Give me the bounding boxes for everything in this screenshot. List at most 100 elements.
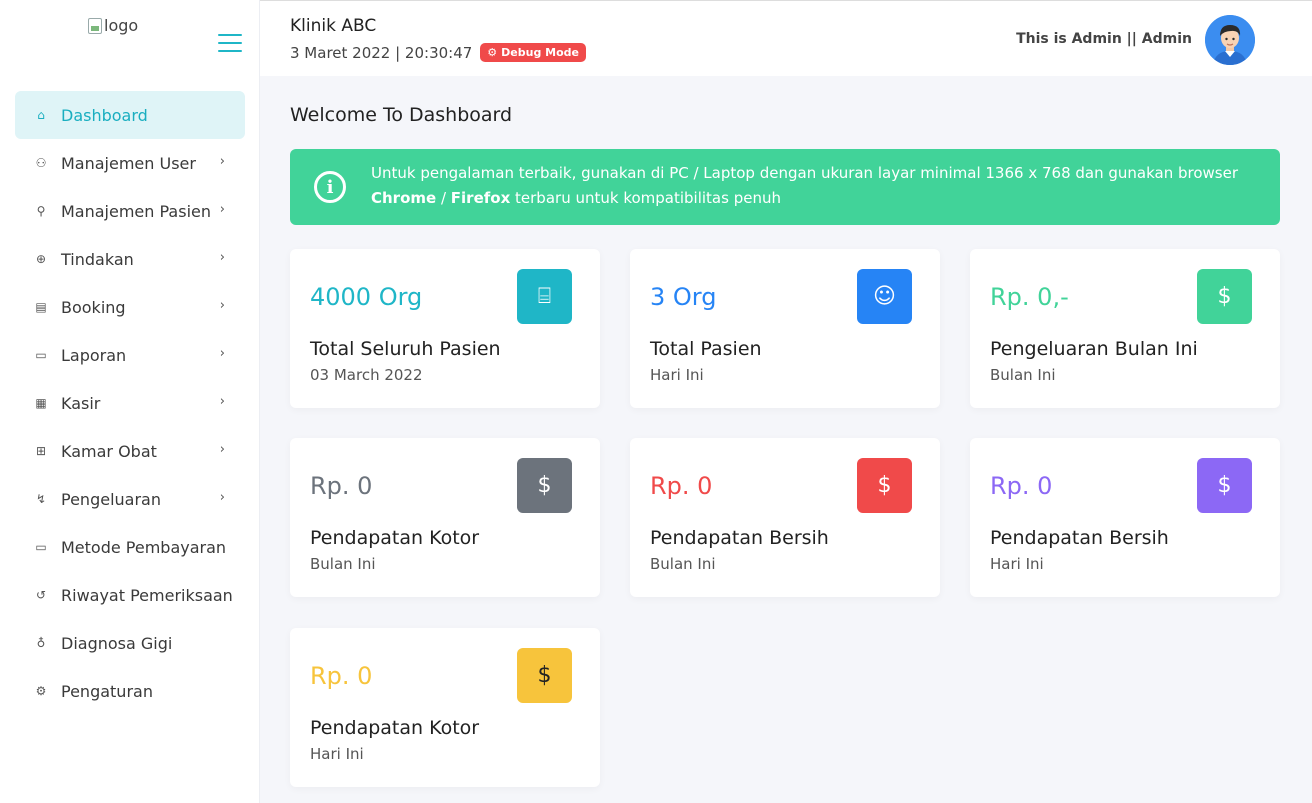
stat-value: 3 Org	[650, 283, 717, 311]
gear-icon: ⚙	[35, 684, 47, 698]
sidebar-item-label: Pengeluaran	[61, 489, 161, 509]
chevron-right-icon: ›	[219, 346, 225, 361]
stat-card: 3 Org Total Pasien Hari Ini ☺	[630, 249, 940, 408]
user-avatar-icon	[1205, 15, 1255, 65]
expense-icon: ↯	[35, 492, 47, 506]
sidebar-menu: ⌂ Dashboard ⚇ Manajemen User › ⚲ Manajemen Pas…	[15, 91, 245, 715]
clinic-name: Klinik ABC	[290, 16, 377, 36]
sidebar-item-dashboard[interactable]: ⌂ Dashboard	[15, 91, 245, 139]
alert-firefox: Firefox	[450, 189, 511, 207]
stat-card: Rp. 0 Pendapatan Kotor Hari Ini $	[290, 628, 600, 787]
sidebar-item-kamar-obat[interactable]: ⊞ Kamar Obat ›	[15, 427, 245, 475]
stat-card: 4000 Org Total Seluruh Pasien 03 March 202…	[290, 249, 600, 408]
dollar-icon: $	[1197, 458, 1252, 513]
info-alert: i Untuk pengalaman terbaik, gunakan di P…	[290, 149, 1280, 225]
dollar-icon: $	[857, 458, 912, 513]
stat-subtitle: Bulan Ini	[310, 555, 376, 573]
sidebar-item-label: Booking	[61, 297, 126, 317]
top-header: Klinik ABC 3 Maret 2022 | 20:30:47 ⚙ Deb…	[260, 0, 1312, 76]
admin-user-label: This is Admin || Admin	[1016, 31, 1192, 47]
chevron-right-icon: ›	[219, 394, 225, 409]
avatar[interactable]	[1205, 15, 1255, 65]
logo[interactable]: logo	[88, 16, 138, 35]
stat-value: Rp. 0	[310, 662, 373, 690]
sidebar-item-label: Laporan	[61, 345, 127, 365]
alert-separator: /	[436, 189, 451, 207]
stat-title: Total Seluruh Pasien	[310, 338, 501, 360]
stat-card: Rp. 0,- Pengeluaran Bulan Ini Bulan Ini $	[970, 249, 1280, 408]
chevron-right-icon: ›	[219, 298, 225, 313]
sidebar-item-label: Riwayat Pemeriksaan	[61, 585, 233, 605]
sidebar-item-label: Diagnosa Gigi	[61, 633, 173, 653]
alert-chrome: Chrome	[371, 189, 437, 207]
menu-toggle-icon[interactable]	[218, 34, 242, 54]
sidebar-item-label: Dashboard	[61, 105, 148, 125]
sidebar-item-label: Metode Pembayaran	[61, 537, 227, 557]
sidebar-item-tindakan[interactable]: ⊕ Tindakan ›	[15, 235, 245, 283]
chevron-right-icon: ›	[219, 490, 225, 505]
chevron-right-icon: ›	[219, 154, 225, 169]
sidebar-item-label: Tindakan	[61, 249, 134, 269]
gear-icon: ⚙	[487, 46, 498, 59]
stat-card: Rp. 0 Pendapatan Bersih Bulan Ini $	[630, 438, 940, 597]
dollar-icon: $	[517, 458, 572, 513]
stat-subtitle: Hari Ini	[310, 745, 364, 763]
stat-card: Rp. 0 Pendapatan Bersih Hari Ini $	[970, 438, 1280, 597]
sidebar-item-label: Manajemen Pasien	[61, 201, 211, 221]
cash-register-icon: ▦	[35, 396, 47, 410]
clipboard-icon: ▭	[35, 348, 47, 362]
stat-value: Rp. 0,-	[990, 283, 1069, 311]
sidebar-item-pengeluaran[interactable]: ↯ Pengeluaran ›	[15, 475, 245, 523]
chevron-right-icon: ›	[219, 250, 225, 265]
alert-text: Untuk pengalaman terbaik, gunakan di PC …	[371, 161, 1251, 211]
home-icon: ⌂	[37, 108, 45, 122]
stat-title: Pengeluaran Bulan Ini	[990, 338, 1198, 360]
stat-card: Rp. 0 Pendapatan Kotor Bulan Ini $	[290, 438, 600, 597]
stat-title: Pendapatan Bersih	[990, 527, 1169, 549]
sidebar-item-manajemen-user[interactable]: ⚇ Manajemen User ›	[15, 139, 245, 187]
page-title: Welcome To Dashboard	[290, 104, 513, 126]
sidebar-item-label: Pengaturan	[61, 681, 153, 701]
alert-text-before: Untuk pengalaman terbaik, gunakan di PC …	[371, 164, 1238, 182]
dollar-icon: $	[517, 648, 572, 703]
datetime-row: 3 Maret 2022 | 20:30:47 ⚙ Debug Mode	[290, 43, 587, 62]
sidebar-item-manajemen-pasien[interactable]: ⚲ Manajemen Pasien ›	[15, 187, 245, 235]
stat-title: Pendapatan Kotor	[310, 717, 480, 739]
sidebar-item-kasir[interactable]: ▦ Kasir ›	[15, 379, 245, 427]
medicine-icon: ⊞	[35, 444, 47, 458]
book-icon: ▤	[35, 300, 47, 314]
current-datetime: 3 Maret 2022 | 20:30:47	[290, 43, 473, 62]
broken-image-icon	[88, 17, 102, 34]
stat-value: Rp. 0	[650, 472, 713, 500]
stat-title: Pendapatan Kotor	[310, 527, 480, 549]
plus-circle-icon: ⊕	[35, 252, 47, 266]
debug-mode-badge: ⚙ Debug Mode	[480, 43, 587, 62]
alert-text-after: terbaru untuk kompatibilitas penuh	[510, 189, 781, 207]
logo-alt-text: logo	[104, 16, 139, 35]
chevron-right-icon: ›	[219, 202, 225, 217]
sidebar-item-laporan[interactable]: ▭ Laporan ›	[15, 331, 245, 379]
sidebar-item-booking[interactable]: ▤ Booking ›	[15, 283, 245, 331]
credit-card-icon: ▭	[35, 540, 47, 554]
users-icon: ⚇	[35, 156, 47, 170]
stat-subtitle: 03 March 2022	[310, 366, 423, 384]
sidebar-item-riwayat-pemeriksaan[interactable]: ↺ Riwayat Pemeriksaan	[15, 571, 245, 619]
sidebar-item-label: Manajemen User	[61, 153, 196, 173]
stat-value: 4000 Org	[310, 283, 423, 311]
stat-subtitle: Hari Ini	[650, 366, 704, 384]
stat-subtitle: Bulan Ini	[990, 366, 1056, 384]
user-plus-icon: ⚲	[36, 204, 46, 218]
sidebar-item-diagnosa-gigi[interactable]: ♁ Diagnosa Gigi	[15, 619, 245, 667]
sidebar: logo ⌂ Dashboard ⚇ Manajemen User › ⚲ Manajeme…	[0, 0, 260, 803]
history-icon: ↺	[35, 588, 47, 602]
sidebar-item-metode-pembayaran[interactable]: ▭ Metode Pembayaran	[15, 523, 245, 571]
sidebar-item-label: Kamar Obat	[61, 441, 157, 461]
sidebar-item-pengaturan[interactable]: ⚙ Pengaturan	[15, 667, 245, 715]
stat-subtitle: Bulan Ini	[650, 555, 716, 573]
stat-value: Rp. 0	[990, 472, 1053, 500]
stat-title: Total Pasien	[650, 338, 762, 360]
bed-icon: ⌸	[517, 269, 572, 324]
dollar-icon: $	[1197, 269, 1252, 324]
sidebar-item-label: Kasir	[61, 393, 101, 413]
stat-title: Pendapatan Bersih	[650, 527, 829, 549]
